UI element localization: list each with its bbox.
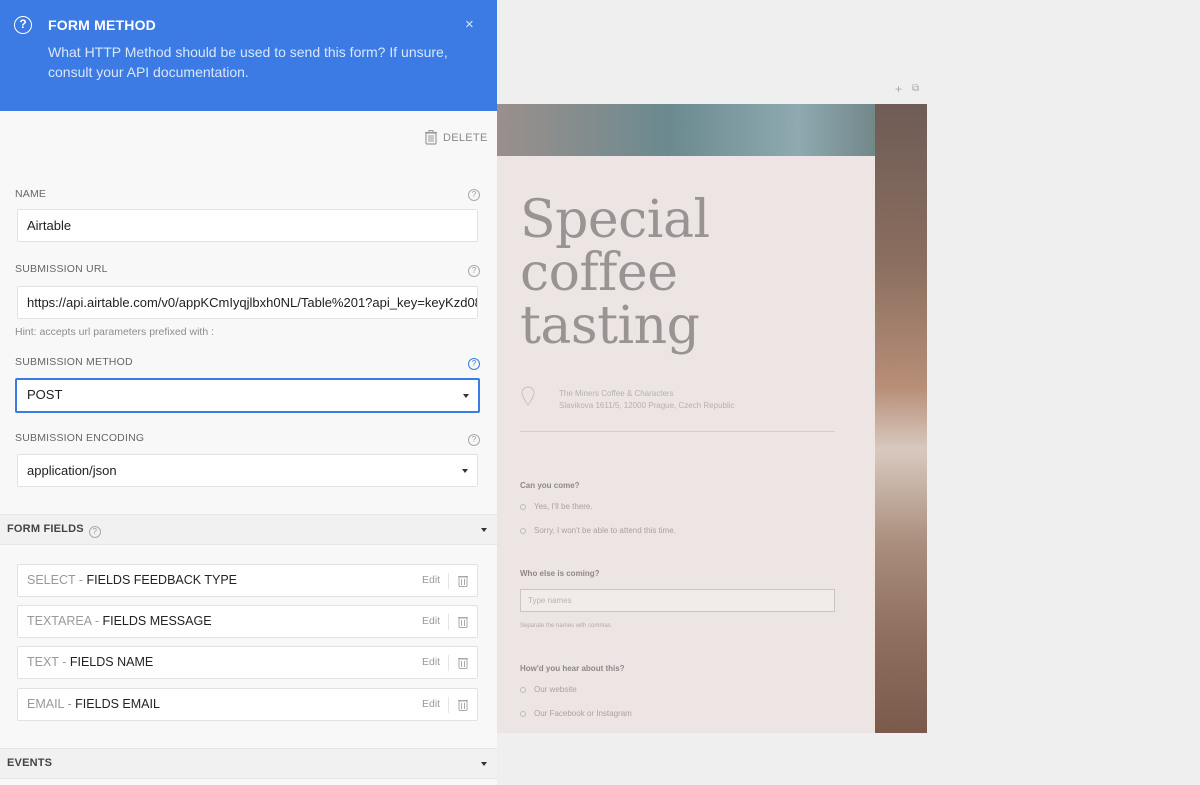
field-type: EMAIL -: [27, 697, 76, 711]
name-input[interactable]: Airtable: [17, 209, 478, 242]
copy-icon[interactable]: ⧉: [912, 83, 919, 94]
trash-icon[interactable]: [458, 656, 468, 669]
submission-method-select[interactable]: POST: [15, 378, 480, 413]
edit-field-button[interactable]: Edit: [422, 689, 440, 720]
preview-venue: The Miners Coffee & Characters Slavikova…: [559, 388, 735, 412]
location-pin-icon: [521, 386, 535, 406]
events-label: EVENTS: [7, 757, 53, 769]
delete-button[interactable]: DELETE: [425, 130, 488, 145]
form-fields-label: FORM FIELDS: [7, 523, 84, 535]
preview-names-input: Type names: [520, 589, 835, 612]
form-field-row: TEXTAREA - FIELDS MESSAGE Edit: [17, 605, 478, 638]
help-banner: ? FORM METHOD What HTTP Method should be…: [0, 0, 497, 111]
help-icon: ?: [14, 16, 32, 34]
events-section-header[interactable]: EVENTS: [0, 748, 497, 779]
option-label: Yes, I'll be there.: [534, 502, 593, 511]
preview-radio-option: Yes, I'll be there.: [520, 502, 593, 511]
preview-input-hint: Separate the names with commas.: [520, 623, 613, 629]
submission-encoding-select[interactable]: application/json: [17, 454, 478, 487]
radio-icon: [520, 527, 526, 534]
add-icon[interactable]: +: [895, 82, 902, 96]
field-type: TEXT -: [27, 655, 70, 669]
preview-question: Who else is coming?: [520, 569, 600, 578]
field-name: FIELDS NAME: [69, 655, 154, 669]
close-icon[interactable]: ×: [465, 16, 474, 33]
trash-icon[interactable]: [458, 574, 468, 587]
preview-radio-option: Our website: [520, 685, 577, 694]
help-description: What HTTP Method should be used to send …: [48, 44, 448, 80]
venue-address: Slavikova 1611/5, 12000 Prague, Czech Re…: [559, 401, 735, 410]
field-type: SELECT -: [27, 573, 87, 587]
form-field-row: EMAIL - FIELDS EMAIL Edit: [17, 688, 478, 721]
submission-encoding-help-icon[interactable]: ?: [468, 434, 480, 446]
submission-url-input[interactable]: https://api.airtable.com/v0/appKCmIyqjlb…: [17, 286, 478, 319]
submission-url-label: SUBMISSION URL: [15, 263, 108, 275]
option-label: Our Facebook or Instagram: [534, 709, 632, 718]
trash-icon: [425, 130, 437, 145]
field-type: TEXTAREA -: [27, 614, 103, 628]
preview-radio-option: Sorry, I won't be able to attend this ti…: [520, 526, 676, 535]
form-fields-section-header[interactable]: FORM FIELDS?: [0, 514, 497, 545]
preview-page: Special coffee tasting The Miners Coffee…: [497, 104, 927, 733]
venue-name: The Miners Coffee & Characters: [559, 389, 674, 398]
divider: [448, 697, 449, 713]
preview-canvas: + ⧉ Special coffee tasting The Miners Co…: [497, 0, 1200, 785]
preview-radio-option: Our Facebook or Instagram: [520, 709, 632, 718]
background-photo: [875, 104, 927, 733]
submission-method-help-icon[interactable]: ?: [468, 358, 480, 370]
option-label: Sorry, I won't be able to attend this ti…: [534, 526, 676, 535]
background-photo: [497, 104, 927, 156]
help-title: FORM METHOD: [48, 17, 156, 33]
radio-icon: [520, 710, 526, 717]
radio-icon: [520, 686, 526, 693]
headline-line: Special: [520, 190, 710, 250]
divider: [520, 431, 835, 432]
divider: [448, 573, 449, 589]
form-field-row: TEXT - FIELDS NAME Edit: [17, 646, 478, 679]
radio-icon: [520, 503, 526, 510]
headline-line: tasting: [520, 296, 700, 356]
chevron-down-icon: [481, 528, 487, 532]
trash-icon[interactable]: [458, 698, 468, 711]
field-name: FIELDS FEEDBACK TYPE: [86, 573, 238, 587]
submission-method-label: SUBMISSION METHOD: [15, 356, 133, 368]
submission-url-help-icon[interactable]: ?: [468, 265, 480, 277]
preview-form-card: Special coffee tasting The Miners Coffee…: [497, 156, 875, 733]
trash-icon[interactable]: [458, 615, 468, 628]
preview-question: Can you come?: [520, 481, 580, 490]
divider: [448, 614, 449, 630]
edit-field-button[interactable]: Edit: [422, 606, 440, 637]
divider: [448, 655, 449, 671]
submission-url-hint: Hint: accepts url parameters prefixed wi…: [15, 326, 214, 338]
edit-field-button[interactable]: Edit: [422, 647, 440, 678]
preview-headline: Special coffee tasting: [520, 194, 710, 353]
form-field-row: SELECT - FIELDS FEEDBACK TYPE Edit: [17, 564, 478, 597]
delete-label: DELETE: [443, 131, 488, 144]
edit-field-button[interactable]: Edit: [422, 565, 440, 596]
field-name: FIELDS MESSAGE: [102, 614, 212, 628]
chevron-down-icon: [481, 762, 487, 766]
option-label: Our website: [534, 685, 577, 694]
submission-encoding-label: SUBMISSION ENCODING: [15, 432, 145, 444]
headline-line: coffee: [520, 243, 678, 303]
name-label: NAME: [15, 188, 47, 200]
form-fields-help-icon[interactable]: ?: [88, 526, 101, 538]
preview-question: How'd you hear about this?: [520, 664, 625, 673]
field-name: FIELDS EMAIL: [75, 697, 160, 711]
name-help-icon[interactable]: ?: [468, 189, 480, 201]
form-settings-panel: ? FORM METHOD What HTTP Method should be…: [0, 0, 497, 785]
